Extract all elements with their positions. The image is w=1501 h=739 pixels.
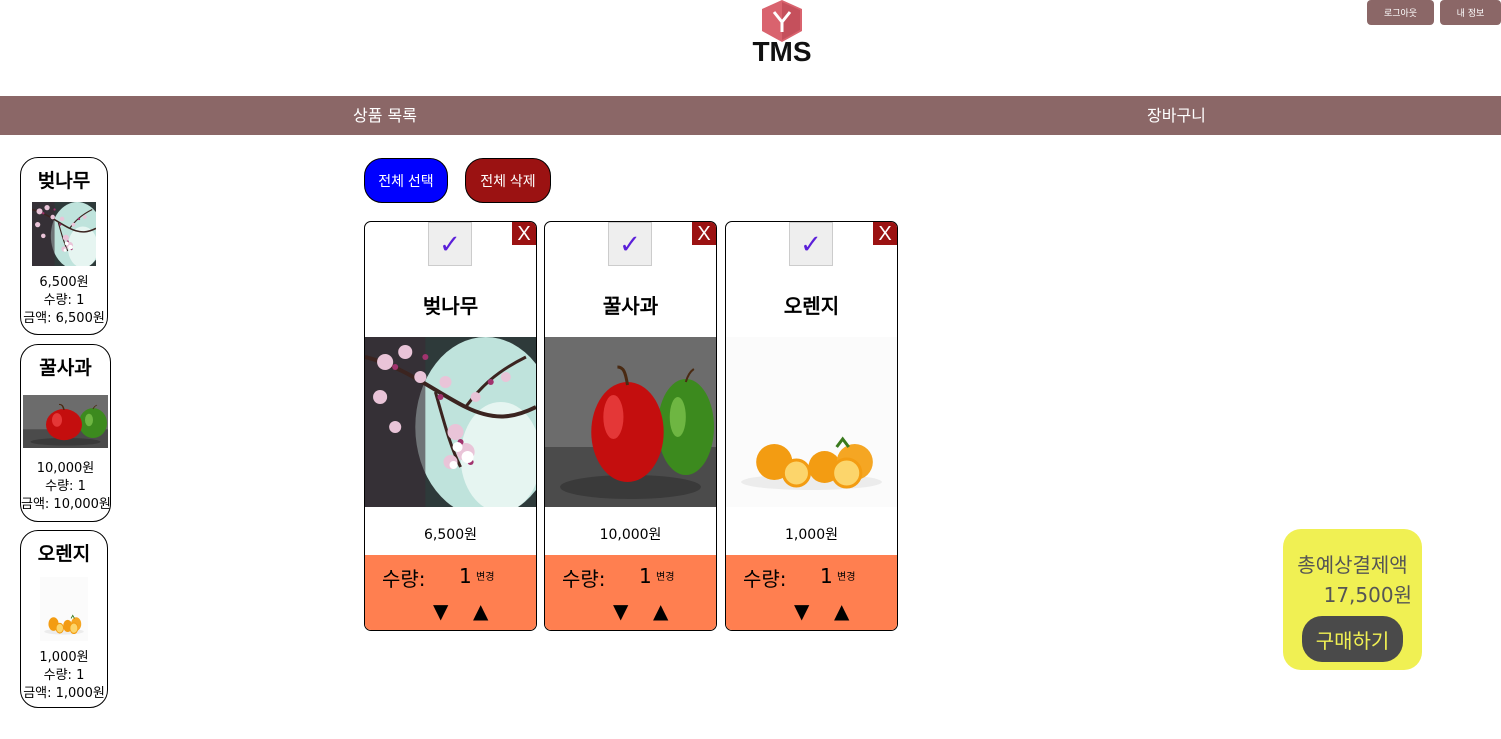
sidebar-item-amount: 금액: 1,000원 (23, 686, 105, 701)
cherry-blossom-image (32, 202, 96, 266)
my-info-button[interactable]: 내 정보 (1440, 0, 1501, 25)
sidebar-item-price: 10,000원 (36, 461, 95, 476)
sidebar-item-amount: 금액: 10,000원 (21, 497, 111, 512)
sidebar-item-quantity: 수량: 1 (45, 479, 86, 494)
increase-quantity-icon[interactable]: ▲ (653, 599, 668, 623)
cart-item-card: ✓ X 벚나무 6,500원 수량: 1 변경 ▼ ▲ (364, 221, 537, 631)
select-checkbox[interactable]: ✓ (428, 222, 472, 266)
order-summary-panel: 총예상결제액 17,500원 구매하기 (1283, 529, 1422, 670)
logo-text: TMS (752, 36, 812, 67)
purchase-button[interactable]: 구매하기 (1302, 616, 1403, 662)
quantity-value: 1 (639, 564, 652, 588)
decrease-quantity-icon[interactable]: ▼ (794, 599, 809, 623)
quantity-bar: 수량: 1 변경 ▼ ▲ (726, 555, 897, 630)
sidebar-item-price: 6,500원 (39, 275, 89, 290)
cart-item-name: 오렌지 (783, 294, 840, 318)
cart-item-card: ✓ X 오렌지 1,000원 수량: 1 변경 ▼ ▲ (725, 221, 898, 631)
quantity-bar: 수량: 1 변경 ▼ ▲ (365, 555, 536, 630)
change-quantity-button[interactable]: 변경 (476, 568, 494, 583)
oranges-image (40, 577, 88, 641)
quantity-value: 1 (820, 564, 833, 588)
remove-item-button[interactable]: X (692, 222, 716, 245)
cart-item-price: 6,500원 (424, 527, 477, 543)
quantity-label: 수량: (743, 567, 787, 591)
cart-item-name: 꿀사과 (602, 294, 659, 318)
logout-button[interactable]: 로그아웃 (1367, 0, 1434, 25)
increase-quantity-icon[interactable]: ▲ (834, 599, 849, 623)
select-all-button[interactable]: 전체 선택 (364, 158, 448, 203)
sidebar-item-name: 벚나무 (37, 170, 91, 192)
cart-item-price: 10,000원 (599, 527, 662, 543)
sidebar-item-quantity: 수량: 1 (43, 668, 85, 683)
expected-total-label: 총예상결제액 (1297, 553, 1408, 577)
sidebar-item-price: 1,000원 (39, 650, 89, 665)
cart-item-card: ✓ X 꿀사과 10,000원 수량: 1 변경 ▼ ▲ (544, 221, 717, 631)
sidebar-item[interactable]: 오렌지 1,000원 수량: 1 금액: 1,000원 (20, 530, 108, 708)
apples-image (23, 395, 108, 448)
select-checkbox[interactable]: ✓ (789, 222, 833, 266)
increase-quantity-icon[interactable]: ▲ (473, 599, 488, 623)
sidebar-item-amount: 금액: 6,500원 (23, 311, 105, 326)
remove-item-button[interactable]: X (512, 222, 536, 245)
change-quantity-button[interactable]: 변경 (837, 568, 855, 583)
quantity-label: 수량: (382, 567, 426, 591)
quantity-bar: 수량: 1 변경 ▼ ▲ (545, 555, 716, 630)
cart-item-price: 1,000원 (785, 527, 838, 543)
quantity-label: 수량: (562, 567, 606, 591)
decrease-quantity-icon[interactable]: ▼ (613, 599, 628, 623)
main-nav-bar: 상품 목록 장바구니 (0, 96, 1501, 135)
nav-cart[interactable]: 장바구니 (1147, 96, 1206, 135)
cart-item-name: 벚나무 (422, 294, 479, 318)
remove-item-button[interactable]: X (873, 222, 897, 245)
sidebar-item[interactable]: 꿀사과 10,000원 수량: 1 금액: 10,000원 (20, 344, 111, 522)
tms-logo[interactable]: TMS (740, 0, 824, 70)
cherry-blossom-image (365, 337, 536, 507)
quantity-value: 1 (459, 564, 472, 588)
select-checkbox[interactable]: ✓ (608, 222, 652, 266)
expected-total-value: 17,500원 (1323, 583, 1412, 607)
sidebar-item[interactable]: 벚나무 6,500원 수량: 1 금액: 6,500원 (20, 157, 108, 335)
delete-all-button[interactable]: 전체 삭제 (465, 158, 551, 203)
apples-image (545, 337, 716, 507)
sidebar-item-name: 꿀사과 (39, 357, 92, 379)
change-quantity-button[interactable]: 변경 (656, 568, 674, 583)
oranges-image (726, 337, 897, 507)
decrease-quantity-icon[interactable]: ▼ (433, 599, 448, 623)
sidebar-item-quantity: 수량: 1 (43, 293, 85, 308)
nav-product-list[interactable]: 상품 목록 (353, 96, 417, 135)
sidebar-item-name: 오렌지 (37, 543, 91, 565)
